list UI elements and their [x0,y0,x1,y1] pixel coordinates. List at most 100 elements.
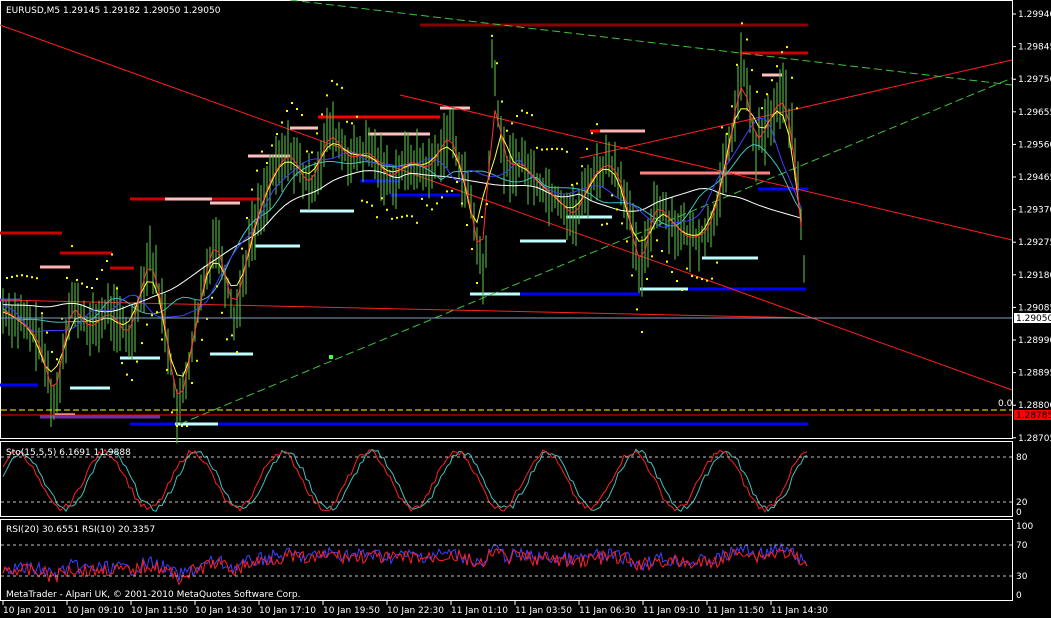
sar-dot [446,190,448,193]
sar-dot [726,132,728,135]
sar-dot [641,331,643,334]
sar-dot [701,278,703,281]
sar-dot [36,277,38,280]
sar-dot [136,360,138,363]
time-tick-label: 11 Jan 06:30 [579,606,636,616]
sar-dot [366,201,368,204]
sar-dot [201,338,203,341]
sar-dot [86,286,88,288]
time-tick-label: 10 Jan 11:50 [131,606,188,616]
sar-dot [656,239,658,242]
sar-dot [271,144,273,147]
price-tick-label: 1.29845 [1018,43,1051,53]
trading-chart[interactable]: 1.29050 0.0 1.28785 1.29940 1.29845 1.2975… [0,0,1051,618]
sar-dot [21,274,23,277]
sar-dot [311,151,313,154]
sar-dot [476,282,478,284]
sar-dot [121,362,123,365]
sar-dot [241,247,243,250]
sar-dot [146,323,148,326]
time-tick-label: 11 Jan 03:50 [515,606,572,616]
sar-dot [646,278,648,280]
sar-dot [341,86,343,89]
main-panel[interactable] [0,0,1013,439]
red-level-label: 1.28785 [1016,411,1051,421]
sar-dot [651,255,653,258]
sar-dot [266,162,268,164]
sar-dot [606,222,608,225]
sar-dot [766,93,768,96]
sar-dot [716,261,718,264]
sar-dot [316,132,318,135]
trend-anchor-point [329,355,333,359]
sar-dot [361,199,363,202]
sar-dot [566,150,568,153]
sar-dot [16,274,18,277]
sar-dot [631,274,633,277]
sar-dot [56,358,58,361]
sar-dot [281,121,283,124]
sar-dot [621,222,623,225]
price-tick-label: 1.29180 [1018,271,1051,281]
sar-dot [551,148,553,151]
sar-dot [671,271,673,273]
sar-dot [221,311,223,314]
time-tick-label: 10 Jan 22:30 [387,606,444,616]
sar-dot [541,148,543,151]
time-tick-label: 11 Jan 11:50 [707,606,764,616]
sar-dot [236,351,238,354]
sar-dot [216,285,218,288]
sar-dot [686,267,688,270]
price-tick-label: 1.29275 [1018,238,1051,248]
time-tick-label: 11 Jan 09:10 [643,606,700,616]
price-tick-label: 1.28990 [1018,336,1051,346]
sar-dot [506,129,508,132]
sar-dot [471,248,473,250]
sar-dot [736,63,738,66]
sar-dot [151,314,153,317]
time-tick-label: 10 Jan 09:10 [67,606,124,616]
sar-dot [786,46,788,49]
sar-dot [101,269,103,271]
sar-dot [46,331,48,334]
sar-dot [186,425,188,427]
sar-dot [666,260,668,263]
sar-dot [331,79,333,82]
main-panel-header: EURUSD,M5 1.29145 1.29182 1.29050 1.2905… [6,6,221,16]
sar-dot [81,282,83,285]
sar-dot [436,202,438,205]
sar-dot [411,215,413,218]
sar-dot [26,275,28,278]
sar-dot [721,126,723,129]
sar-dot [336,83,338,86]
copyright-text: MetaTrader - Alpari UK, © 2001-2010 Meta… [6,590,300,600]
sar-dot [386,208,388,211]
sar-dot [751,69,753,72]
time-tick-label: 10 Jan 17:10 [259,606,316,616]
stoch-level-0: 0 [1016,508,1022,518]
sar-dot [531,114,533,117]
sar-dot [391,217,393,220]
sar-dot [526,111,528,114]
sar-dot [561,148,563,151]
price-tick-label: 1.29085 [1018,303,1051,313]
sar-dot [106,260,108,262]
sar-dot [681,289,683,291]
sar-dot [611,194,613,197]
sar-dot [211,296,213,299]
sar-dot [381,197,383,200]
sar-dot [321,113,323,116]
time-tick-label: 10 Jan 19:50 [323,606,380,616]
price-tick-label: 1.29560 [1018,140,1051,150]
sar-dot [291,102,293,104]
sar-dot [676,280,678,282]
sar-dot [171,411,173,414]
sar-dot [161,338,163,341]
sar-dot [196,359,198,362]
sar-dot [176,425,178,427]
sar-dot [461,202,463,205]
sar-dot [96,278,98,280]
sar-dot [616,208,618,211]
price-tick-label: 1.28895 [1018,369,1051,379]
sar-dot [536,146,538,149]
